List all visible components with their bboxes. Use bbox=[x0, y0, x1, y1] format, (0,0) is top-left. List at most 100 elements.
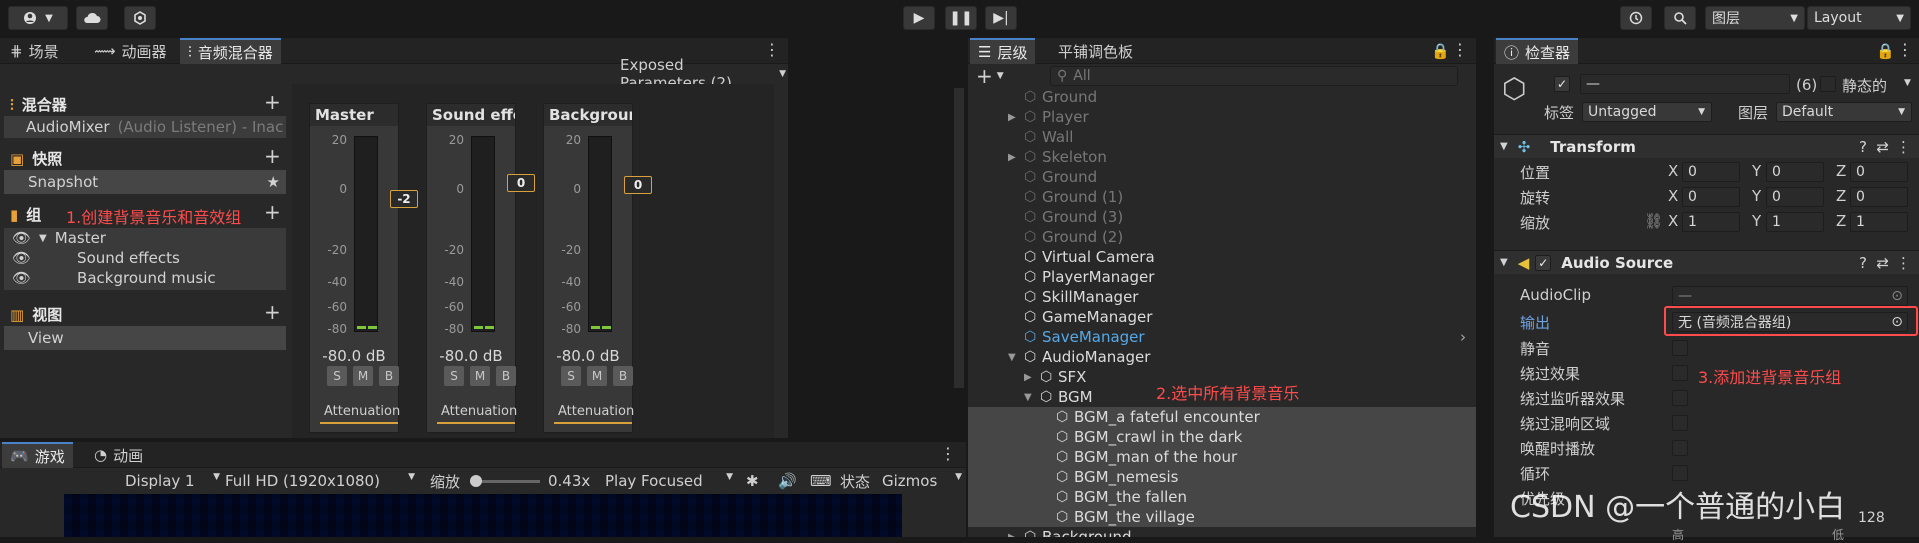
add-group-button[interactable]: + bbox=[264, 200, 281, 224]
volume-indicator[interactable]: -2 bbox=[390, 190, 418, 208]
transform-rot-y-field[interactable]: 0 bbox=[1766, 187, 1824, 207]
hierarchy-item[interactable]: ⬡ BGM_the fallen bbox=[968, 487, 1476, 507]
expand-arrow-icon[interactable]: ▼ bbox=[1024, 392, 1032, 403]
hierarchy-item[interactable]: ⬡ Ground (1) bbox=[968, 187, 1476, 207]
link-icon[interactable]: ⛓ bbox=[1644, 212, 1663, 230]
more-menu-icon[interactable]: ⋮ bbox=[940, 444, 956, 463]
solo-button[interactable]: S bbox=[561, 366, 581, 386]
attenuation-label[interactable]: Attenuation bbox=[437, 404, 517, 424]
transform-scale-y-field[interactable]: 1 bbox=[1766, 212, 1824, 232]
chevron-down-icon[interactable]: ▼ bbox=[1904, 78, 1911, 88]
audio-icon[interactable]: 🔊 bbox=[778, 472, 797, 490]
expand-arrow-icon[interactable]: ▼ bbox=[39, 233, 47, 244]
group-item-background-music[interactable]: 👁 Background music bbox=[12, 269, 216, 287]
priority-value[interactable]: 128 bbox=[1858, 510, 1885, 526]
expand-arrow-icon[interactable]: ▼ bbox=[1008, 352, 1016, 363]
audio-enabled-checkbox[interactable]: ✓ bbox=[1535, 254, 1552, 271]
more-menu-icon[interactable]: ⋮ bbox=[1896, 138, 1911, 156]
hierarchy-item[interactable]: ⬡ BGM_nemesis bbox=[968, 467, 1476, 487]
slider-thumb[interactable] bbox=[470, 475, 482, 487]
audioclip-field[interactable]: — ⊙ bbox=[1672, 286, 1908, 306]
hierarchy-item[interactable]: ⬡ Ground (3) bbox=[968, 207, 1476, 227]
transform-rot-x-field[interactable]: 0 bbox=[1682, 187, 1740, 207]
collapse-arrow-icon[interactable]: ▶ bbox=[1008, 152, 1016, 163]
audio-prop-checkbox[interactable] bbox=[1672, 440, 1688, 456]
hierarchy-item[interactable]: ⬡ Ground bbox=[968, 167, 1476, 187]
snapshot-list-item[interactable]: Snapshot ★ bbox=[4, 170, 286, 194]
create-dropdown[interactable]: + ▼ bbox=[976, 64, 1004, 88]
view-list-item[interactable]: View bbox=[4, 326, 286, 350]
lock-icon[interactable]: 🔒 bbox=[1876, 42, 1895, 60]
hierarchy-item[interactable]: ⬡ SaveManager › bbox=[968, 327, 1476, 347]
hierarchy-item[interactable]: ⬡ GameManager bbox=[968, 307, 1476, 327]
hierarchy-search[interactable]: ⚲ All bbox=[1050, 66, 1458, 86]
attenuation-label[interactable]: Attenuation bbox=[320, 404, 400, 424]
pause-button[interactable]: ❚❚ bbox=[945, 6, 977, 30]
step-button[interactable]: ▶| bbox=[985, 6, 1017, 30]
search-button[interactable] bbox=[1664, 6, 1696, 30]
add-mixer-button[interactable]: + bbox=[264, 90, 281, 114]
add-snapshot-button[interactable]: + bbox=[264, 144, 281, 168]
help-icon[interactable]: ? bbox=[1859, 138, 1867, 156]
gizmos-dropdown[interactable]: Gizmos ▼ bbox=[882, 472, 962, 490]
preset-icon[interactable]: ⇄ bbox=[1876, 254, 1889, 272]
hierarchy-item[interactable]: ⬡ BGM_crawl in the dark bbox=[968, 427, 1476, 447]
mute-button[interactable]: M bbox=[587, 366, 607, 386]
audio-prop-checkbox[interactable] bbox=[1672, 465, 1688, 481]
volume-indicator[interactable]: 0 bbox=[507, 174, 535, 192]
hierarchy-item[interactable]: ▶ ⬡ Skeleton bbox=[968, 147, 1476, 167]
tab-inspector[interactable]: ⓘ 检查器 bbox=[1496, 38, 1579, 64]
game-viewport[interactable] bbox=[64, 494, 902, 537]
help-icon[interactable]: ? bbox=[1859, 254, 1867, 272]
audio-prop-checkbox[interactable] bbox=[1672, 390, 1688, 406]
mixer-list-item[interactable]: AudioMixer (Audio Listener) - Inac bbox=[4, 116, 286, 138]
play-focused-dropdown[interactable]: Play Focused ▼ bbox=[605, 472, 733, 490]
tab-tile-palette[interactable]: 平铺调色板 bbox=[1050, 38, 1141, 64]
stats-button[interactable]: 状态 bbox=[840, 471, 870, 492]
solo-button[interactable]: S bbox=[327, 366, 347, 386]
exposed-parameters-dropdown[interactable]: Exposed Parameters (2) ▼ bbox=[620, 56, 786, 92]
layers-dropdown[interactable]: 图层 ▼ bbox=[1705, 6, 1805, 30]
hierarchy-item[interactable]: ▶ ⬡ Player bbox=[968, 107, 1476, 127]
mute-button[interactable]: M bbox=[470, 366, 490, 386]
transform-pos-x-field[interactable]: 0 bbox=[1682, 162, 1740, 182]
more-menu-icon[interactable]: ⋮ bbox=[1452, 40, 1468, 59]
hierarchy-item[interactable]: ⬡ BGM_the village bbox=[968, 507, 1476, 527]
hierarchy-item[interactable]: ⬡ PlayerManager bbox=[968, 267, 1476, 287]
hierarchy-item[interactable]: ⬡ Virtual Camera bbox=[968, 247, 1476, 267]
bypass-button[interactable]: B bbox=[613, 366, 633, 386]
resolution-dropdown[interactable]: Full HD (1920x1080) ▼ bbox=[225, 472, 415, 490]
tab-game[interactable]: 🎮 游戏 bbox=[2, 442, 73, 468]
active-checkbox[interactable]: ✓ bbox=[1554, 76, 1570, 92]
tab-hierarchy[interactable]: ☰ 层级 bbox=[970, 38, 1036, 64]
group-item-sound-effects[interactable]: 👁 Sound effects bbox=[12, 249, 180, 267]
layer-dropdown[interactable]: Default ▼ bbox=[1776, 102, 1912, 122]
bypass-button[interactable]: B bbox=[496, 366, 516, 386]
static-checkbox[interactable] bbox=[1820, 76, 1836, 92]
group-item-master[interactable]: 👁 ▼ Master bbox=[12, 229, 106, 247]
transform-pos-y-field[interactable]: 0 bbox=[1766, 162, 1824, 182]
bypass-button[interactable]: B bbox=[379, 366, 399, 386]
tab-audio-mixer[interactable]: ⫶ 音频混合器 bbox=[180, 38, 281, 64]
collab-button[interactable] bbox=[124, 6, 156, 30]
audio-prop-checkbox[interactable] bbox=[1672, 365, 1688, 381]
transform-header[interactable]: ▼ ✣ Transform ? ⇄ ⋮ bbox=[1494, 134, 1919, 158]
bug-icon[interactable]: ✱ bbox=[746, 472, 759, 490]
eye-icon[interactable]: 👁 bbox=[12, 269, 31, 287]
more-menu-icon[interactable]: ⋮ bbox=[1897, 40, 1913, 59]
audio-prop-checkbox[interactable] bbox=[1672, 340, 1688, 356]
object-picker-icon[interactable]: ⊙ bbox=[1891, 288, 1903, 304]
mixer-strip-sound-effects[interactable]: Sound effects 0 -80.0 dB S M B Attenuati… bbox=[426, 103, 535, 433]
hierarchy-item[interactable]: ▼ ⬡ AudioManager bbox=[968, 347, 1476, 367]
object-name-field[interactable]: — bbox=[1580, 74, 1790, 94]
keyboard-icon[interactable]: ⌨ bbox=[810, 472, 832, 490]
account-button[interactable]: ▼ bbox=[8, 6, 68, 30]
transform-scale-z-field[interactable]: 1 bbox=[1850, 212, 1908, 232]
scale-slider[interactable] bbox=[470, 475, 540, 487]
transform-rot-z-field[interactable]: 0 bbox=[1850, 187, 1908, 207]
transform-scale-x-field[interactable]: 1 bbox=[1682, 212, 1740, 232]
mixer-strip-background-music[interactable]: Background m 0 -80.0 dB S M B Attenuatio… bbox=[543, 103, 652, 433]
hierarchy-item[interactable]: ▶ ⬡ Background bbox=[968, 527, 1476, 537]
transform-pos-z-field[interactable]: 0 bbox=[1850, 162, 1908, 182]
tab-animator[interactable]: ⟿ 动画器 bbox=[86, 38, 175, 64]
